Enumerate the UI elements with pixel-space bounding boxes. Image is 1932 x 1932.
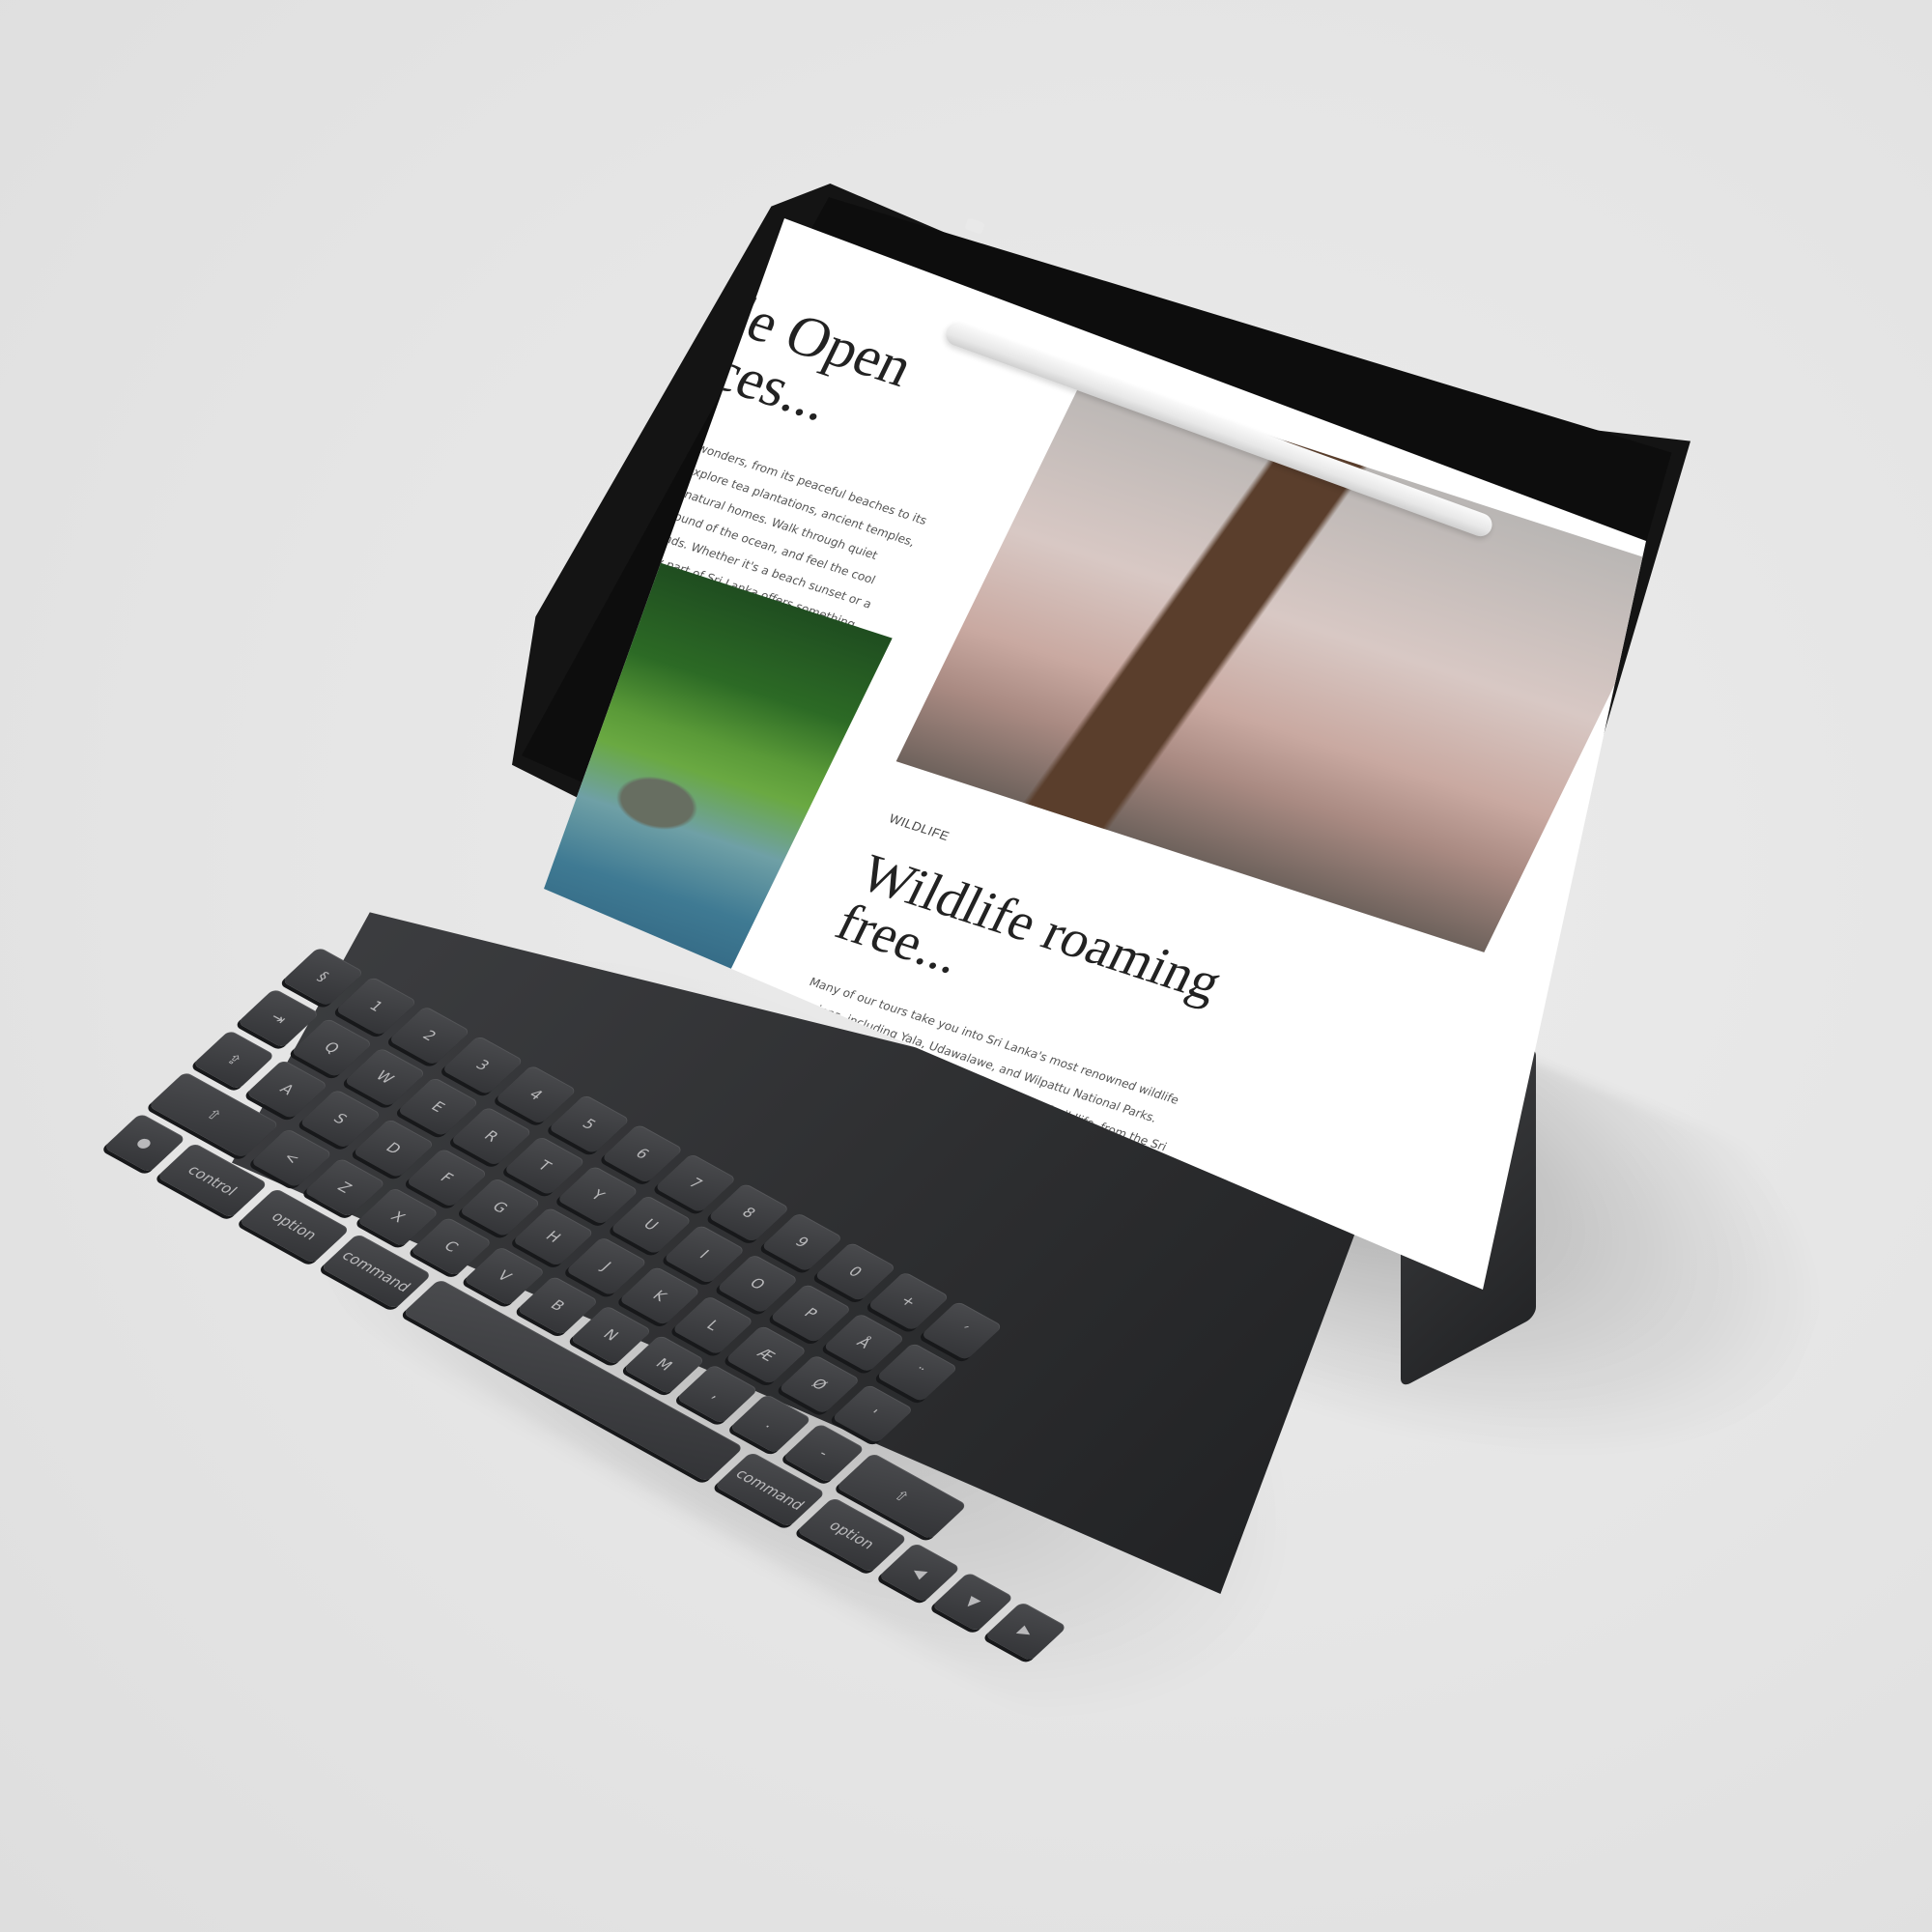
trust-item-safety: Safety Guaranteed bbox=[583, 1019, 656, 1065]
mail-icon: ✉ bbox=[988, 1270, 1004, 1285]
scene: § 1 2 3 4 5 6 7 8 9 0 + ´ ⇥ Q W E R T Y U I O P Å ¨ ⇪ A S D F G H J K L Æ Ø ' ⇧… bbox=[0, 0, 1932, 1932]
trust-bar: Local Guides Best Price Guaranteed 5 sta… bbox=[211, 897, 700, 1078]
contact-bar: ☎CALL US ✉ENQUIRE bbox=[892, 1239, 1055, 1302]
enquire-link[interactable]: ✉ENQUIRE bbox=[988, 1270, 1055, 1302]
tablet: Wide Open Spaces... Sri Lanka is full of… bbox=[0, 0, 1932, 1932]
enquire-label: ENQUIRE bbox=[1003, 1275, 1055, 1302]
trust-item-best-price: Best Price Guaranteed bbox=[314, 931, 386, 978]
apple-pencil-tip bbox=[964, 217, 985, 235]
trust-item-local-guides: Local Guides bbox=[211, 897, 255, 935]
section-title-wildlife: Wildlife roaming free... bbox=[826, 843, 1232, 1013]
section-text-wildlife-cta: Experience the untamed beauty of Sri Lan… bbox=[729, 1132, 1084, 1259]
tablet-screen: Wide Open Spaces... Sri Lanka is full of… bbox=[211, 218, 1646, 1302]
call-us-link[interactable]: ☎CALL US bbox=[892, 1239, 957, 1270]
phone-icon: ☎ bbox=[892, 1238, 910, 1255]
section-tag-wildlife: WILDLIFE bbox=[886, 810, 952, 844]
call-us-label: CALL US bbox=[909, 1244, 958, 1270]
trust-item-reviews: 5 star Reviews bbox=[544, 982, 563, 1033]
